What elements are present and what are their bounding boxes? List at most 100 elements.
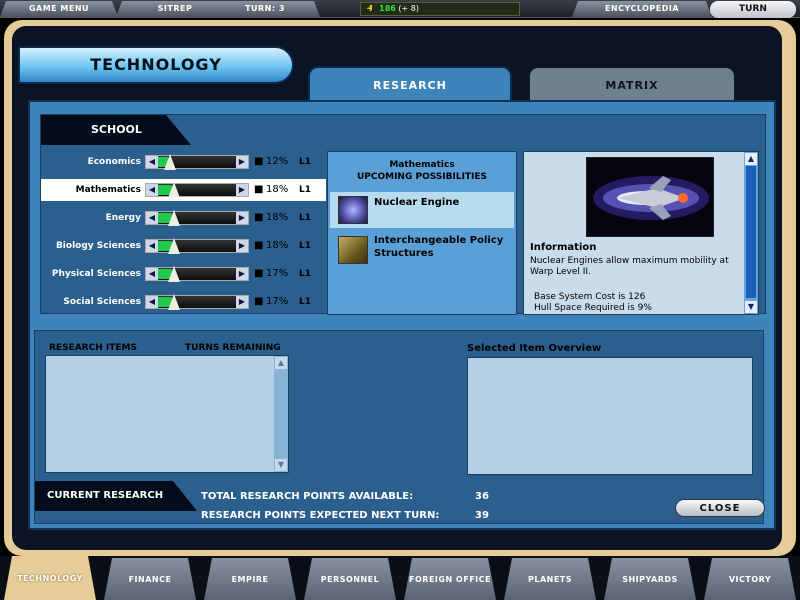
information-panel: Information Nuclear Engines allow maximu…: [523, 151, 759, 315]
school-percent: 18%: [266, 184, 289, 195]
selected-overview-header: Selected Item Overview: [467, 343, 602, 354]
current-research-label: CURRENT RESEARCH: [35, 481, 197, 511]
school-level: L1: [299, 241, 311, 251]
nav-tab-foreign-office[interactable]: FOREIGN OFFICE: [404, 558, 496, 600]
page-title: TECHNOLOGY: [18, 46, 294, 84]
school-name: Economics: [87, 157, 141, 167]
school-name: Biology Sciences: [55, 241, 141, 251]
slider-left-arrow-icon[interactable]: ◀: [146, 156, 158, 168]
slider-left-arrow-icon[interactable]: ◀: [146, 184, 158, 196]
school-name: Energy: [105, 213, 141, 223]
school-section: SCHOOL Economics ◀ ▶ ■ 12% L1 Mathematics ◀ ▶ ■ 18…: [40, 114, 766, 315]
school-percent: 12%: [266, 156, 289, 167]
nav-tab-technology[interactable]: TECHNOLOGY: [4, 556, 96, 600]
school-row[interactable]: Mathematics ◀ ▶ ■ 18% L1: [41, 179, 326, 201]
possibilities-heading: Mathematics UPCOMING POSSIBILITIES: [328, 152, 516, 183]
tab-research[interactable]: RESEARCH: [308, 66, 512, 104]
close-button[interactable]: CLOSE: [675, 499, 765, 517]
slider-left-arrow-icon[interactable]: ◀: [146, 212, 158, 224]
encyclopedia-button[interactable]: ENCYCLOPEDIA: [572, 1, 712, 17]
info-scrollbar[interactable]: ▲ ▼: [744, 152, 758, 314]
school-sliders: Economics ◀ ▶ ■ 12% L1 Mathematics ◀ ▶ ■ 18% L1 Ener…: [41, 151, 326, 321]
school-level: L1: [299, 297, 311, 307]
school-row[interactable]: Energy ◀ ▶ ■ 18% L1: [41, 207, 326, 229]
next-turn-points-value: 39: [475, 510, 489, 521]
credits-display: ₰ 186 (+ 8): [360, 2, 520, 16]
slider-right-arrow-icon[interactable]: ▶: [236, 212, 248, 224]
selected-overview-box: [467, 357, 753, 475]
total-points-label: TOTAL RESEARCH POINTS AVAILABLE:: [201, 491, 414, 502]
research-items-header: RESEARCH ITEMS: [49, 343, 137, 353]
lock-icon[interactable]: ■: [254, 267, 263, 281]
school-percent: 17%: [266, 268, 289, 279]
school-name: Physical Sciences: [51, 269, 141, 279]
slider-right-arrow-icon[interactable]: ▶: [236, 240, 248, 252]
next-turn-points-label: RESEARCH POINTS EXPECTED NEXT TURN:: [201, 510, 440, 521]
game-menu-button[interactable]: GAME MENU: [0, 1, 118, 17]
research-list-scrollbar[interactable]: ▲ ▼: [274, 356, 288, 472]
slider-right-arrow-icon[interactable]: ▶: [236, 268, 248, 280]
research-items-list[interactable]: ▲ ▼: [45, 355, 289, 473]
lock-icon[interactable]: ■: [254, 295, 263, 309]
school-level: L1: [299, 157, 311, 167]
credits-delta: (+ 8): [398, 4, 419, 13]
school-percent: 17%: [266, 296, 289, 307]
credits-icon: ₰: [367, 4, 373, 13]
possibility-interchangeable-policy[interactable]: Interchangeable Policy Structures: [330, 232, 514, 268]
possibilities-panel: Mathematics UPCOMING POSSIBILITIES Nucle…: [327, 151, 517, 315]
information-body: Nuclear Engines allow maximum mobility a…: [530, 256, 729, 277]
school-name: Mathematics: [75, 185, 141, 195]
nav-tab-victory[interactable]: VICTORY: [704, 558, 796, 600]
top-bar: GAME MENU SITREP TURN: 3 ₰ 186 (+ 8) ENC…: [0, 0, 800, 18]
research-slider[interactable]: ◀ ▶: [145, 154, 249, 170]
end-turn-button[interactable]: TURN: [710, 1, 796, 18]
lock-icon[interactable]: ■: [254, 183, 263, 197]
school-level: L1: [299, 269, 311, 279]
school-row[interactable]: Economics ◀ ▶ ■ 12% L1: [41, 151, 326, 173]
nav-tab-shipyards[interactable]: SHIPYARDS: [604, 558, 696, 600]
research-panel: SCHOOL Economics ◀ ▶ ■ 12% L1 Mathematics ◀ ▶ ■ 18…: [28, 100, 776, 530]
school-level: L1: [299, 213, 311, 223]
possibilities-title: UPCOMING POSSIBILITIES: [356, 172, 488, 182]
nav-tab-finance[interactable]: FINANCE: [104, 558, 196, 600]
information-stats: Base System Cost is 126 Hull Space Requi…: [534, 292, 734, 314]
slider-right-arrow-icon[interactable]: ▶: [236, 156, 248, 168]
scroll-up-icon[interactable]: ▲: [745, 153, 757, 165]
nav-tab-personnel[interactable]: PERSONNEL: [304, 558, 396, 600]
slider-right-arrow-icon[interactable]: ▶: [236, 296, 248, 308]
bottom-navigation: TECHNOLOGY FINANCE EMPIRE PERSONNEL FOREIGN …: [0, 556, 800, 600]
lock-icon[interactable]: ■: [254, 211, 263, 225]
total-points-value: 36: [475, 491, 489, 502]
tab-matrix[interactable]: MATRIX: [528, 66, 736, 102]
research-queue-section: RESEARCH ITEMS TURNS REMAINING ▲ ▼ Selec…: [34, 330, 765, 524]
possibility-nuclear-engine[interactable]: Nuclear Engine: [330, 192, 514, 228]
school-name: Social Sciences: [63, 297, 141, 307]
school-level: L1: [299, 185, 311, 195]
research-slider[interactable]: ◀ ▶: [145, 182, 249, 198]
school-label: SCHOOL: [41, 115, 191, 145]
slider-left-arrow-icon[interactable]: ◀: [146, 268, 158, 280]
possibility-label: Nuclear Engine: [374, 197, 460, 208]
turn-counter: TURN: 3: [210, 1, 320, 17]
information-heading: Information: [530, 242, 597, 253]
school-row[interactable]: Biology Sciences ◀ ▶ ■ 18% L1: [41, 235, 326, 257]
slider-left-arrow-icon[interactable]: ◀: [146, 296, 158, 308]
nuclear-engine-image: [586, 157, 714, 237]
school-row[interactable]: Physical Sciences ◀ ▶ ■ 17% L1: [41, 263, 326, 285]
research-slider[interactable]: ◀ ▶: [145, 294, 249, 310]
nav-tab-planets[interactable]: PLANETS: [504, 558, 596, 600]
lock-icon[interactable]: ■: [254, 239, 263, 253]
slider-left-arrow-icon[interactable]: ◀: [146, 240, 158, 252]
nav-tab-empire[interactable]: EMPIRE: [204, 558, 296, 600]
research-slider[interactable]: ◀ ▶: [145, 238, 249, 254]
scroll-down-icon[interactable]: ▼: [275, 459, 287, 471]
research-slider[interactable]: ◀ ▶: [145, 266, 249, 282]
scroll-thumb[interactable]: [746, 166, 756, 298]
slider-right-arrow-icon[interactable]: ▶: [236, 184, 248, 196]
research-slider[interactable]: ◀ ▶: [145, 210, 249, 226]
lock-icon[interactable]: ■: [254, 155, 263, 169]
scroll-down-icon[interactable]: ▼: [745, 301, 757, 313]
hull-space: Hull Space Required is 9%: [534, 303, 652, 313]
school-row[interactable]: Social Sciences ◀ ▶ ■ 17% L1: [41, 291, 326, 313]
scroll-up-icon[interactable]: ▲: [275, 357, 287, 369]
